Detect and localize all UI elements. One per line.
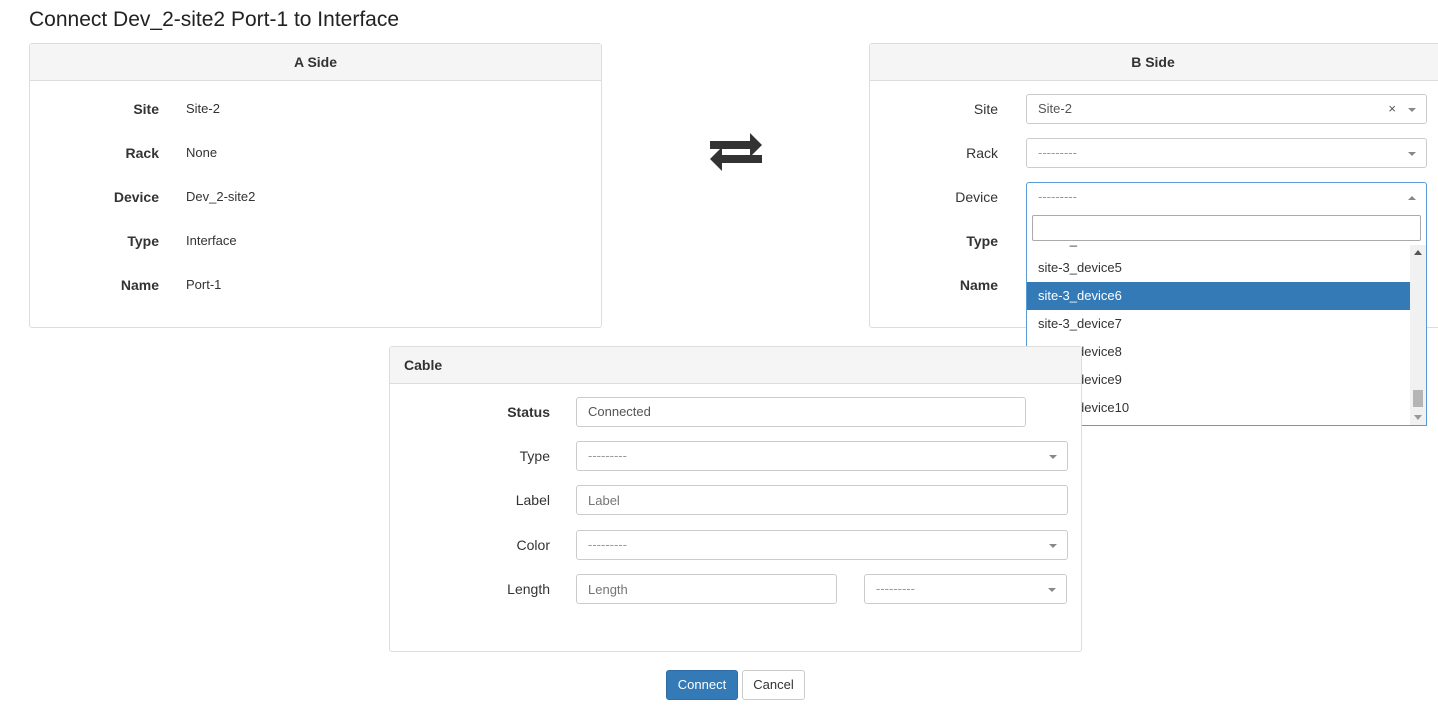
a-side-site-label: Site: [133, 101, 159, 117]
b-side-device-select-value: ---------: [1038, 189, 1077, 204]
cable-type-value: ---------: [588, 448, 627, 463]
cable-length-input[interactable]: [576, 574, 837, 604]
a-side-heading: A Side: [30, 44, 601, 81]
a-side-device-value: Dev_2-site2: [186, 189, 256, 204]
exchange-arrows-icon: [710, 133, 762, 171]
cable-type-label: Type: [519, 448, 550, 464]
b-side-heading: B Side: [870, 44, 1438, 81]
cable-length-label: Length: [507, 581, 550, 597]
device-option-highlighted[interactable]: site-3_device6: [1027, 282, 1410, 310]
a-side-device-label: Device: [113, 189, 159, 205]
device-option[interactable]: site-3_device4: [1027, 245, 1410, 254]
device-search-input[interactable]: [1032, 215, 1421, 241]
a-side-rack-value: None: [186, 145, 218, 160]
device-options-list: site-3_device4 site-3_device5 site-3_dev…: [1027, 245, 1410, 425]
a-side-type-value: Interface: [186, 233, 237, 248]
a-side-type-label: Type: [127, 233, 159, 249]
device-option[interactable]: site-3_device5: [1027, 254, 1410, 282]
cancel-button[interactable]: Cancel: [742, 670, 805, 700]
clear-selection-icon[interactable]: ×: [1388, 95, 1396, 123]
chevron-down-icon: [1048, 588, 1056, 592]
device-option[interactable]: site-3_device7: [1027, 310, 1410, 338]
chevron-down-icon: [1049, 455, 1057, 459]
device-dropdown: site-3_device4 site-3_device5 site-3_dev…: [1026, 211, 1427, 426]
cable-label-input[interactable]: [576, 485, 1068, 515]
b-side-rack-select-value: ---------: [1038, 145, 1077, 160]
dropdown-scrollbar[interactable]: [1410, 245, 1426, 425]
cable-length-unit-value: ---------: [876, 581, 915, 596]
a-side-panel: A Side Site Site-2 Rack None Device Dev_…: [29, 43, 602, 328]
b-side-type-label: Type: [966, 233, 998, 249]
cable-type-select[interactable]: ---------: [576, 441, 1068, 471]
b-side-rack-label: Rack: [966, 145, 998, 161]
device-option[interactable]: site-3_device8: [1027, 338, 1410, 366]
cable-status-label: Status: [507, 404, 550, 420]
cable-color-select[interactable]: ---------: [576, 530, 1068, 560]
cable-label-label: Label: [515, 492, 550, 508]
cable-color-value: ---------: [588, 537, 627, 552]
a-side-name-value: Port-1: [186, 277, 222, 292]
scroll-down-arrow-icon[interactable]: [1414, 415, 1422, 420]
b-side-rack-select[interactable]: ---------: [1026, 138, 1427, 168]
b-side-site-select-value: Site-2: [1038, 101, 1072, 116]
a-side-rack-label: Rack: [125, 145, 159, 161]
b-side-site-label: Site: [973, 101, 998, 117]
scrollbar-thumb[interactable]: [1413, 390, 1423, 407]
cable-heading: Cable: [390, 347, 1081, 384]
chevron-down-icon: [1049, 544, 1057, 548]
connect-button[interactable]: Connect: [666, 670, 738, 700]
b-side-device-select[interactable]: ---------: [1026, 182, 1427, 212]
cable-color-label: Color: [516, 537, 550, 553]
cable-status-select[interactable]: Connected: [576, 397, 1026, 427]
a-side-site-value: Site-2: [186, 101, 220, 116]
chevron-up-icon: [1408, 196, 1416, 200]
b-side-name-label: Name: [959, 277, 998, 293]
b-side-site-select[interactable]: Site-2 ×: [1026, 94, 1427, 124]
cable-status-value: Connected: [588, 404, 651, 419]
cable-length-unit-select[interactable]: ---------: [864, 574, 1067, 604]
scroll-up-arrow-icon[interactable]: [1414, 250, 1422, 255]
device-option[interactable]: site-3_device9: [1027, 366, 1410, 394]
b-side-device-label: Device: [955, 189, 998, 205]
chevron-down-icon: [1408, 152, 1416, 156]
chevron-down-icon: [1408, 108, 1416, 112]
a-side-name-label: Name: [120, 277, 159, 293]
device-option[interactable]: site-3_device10: [1027, 394, 1410, 422]
page-title: Connect Dev_2-site2 Port-1 to Interface: [29, 8, 400, 31]
